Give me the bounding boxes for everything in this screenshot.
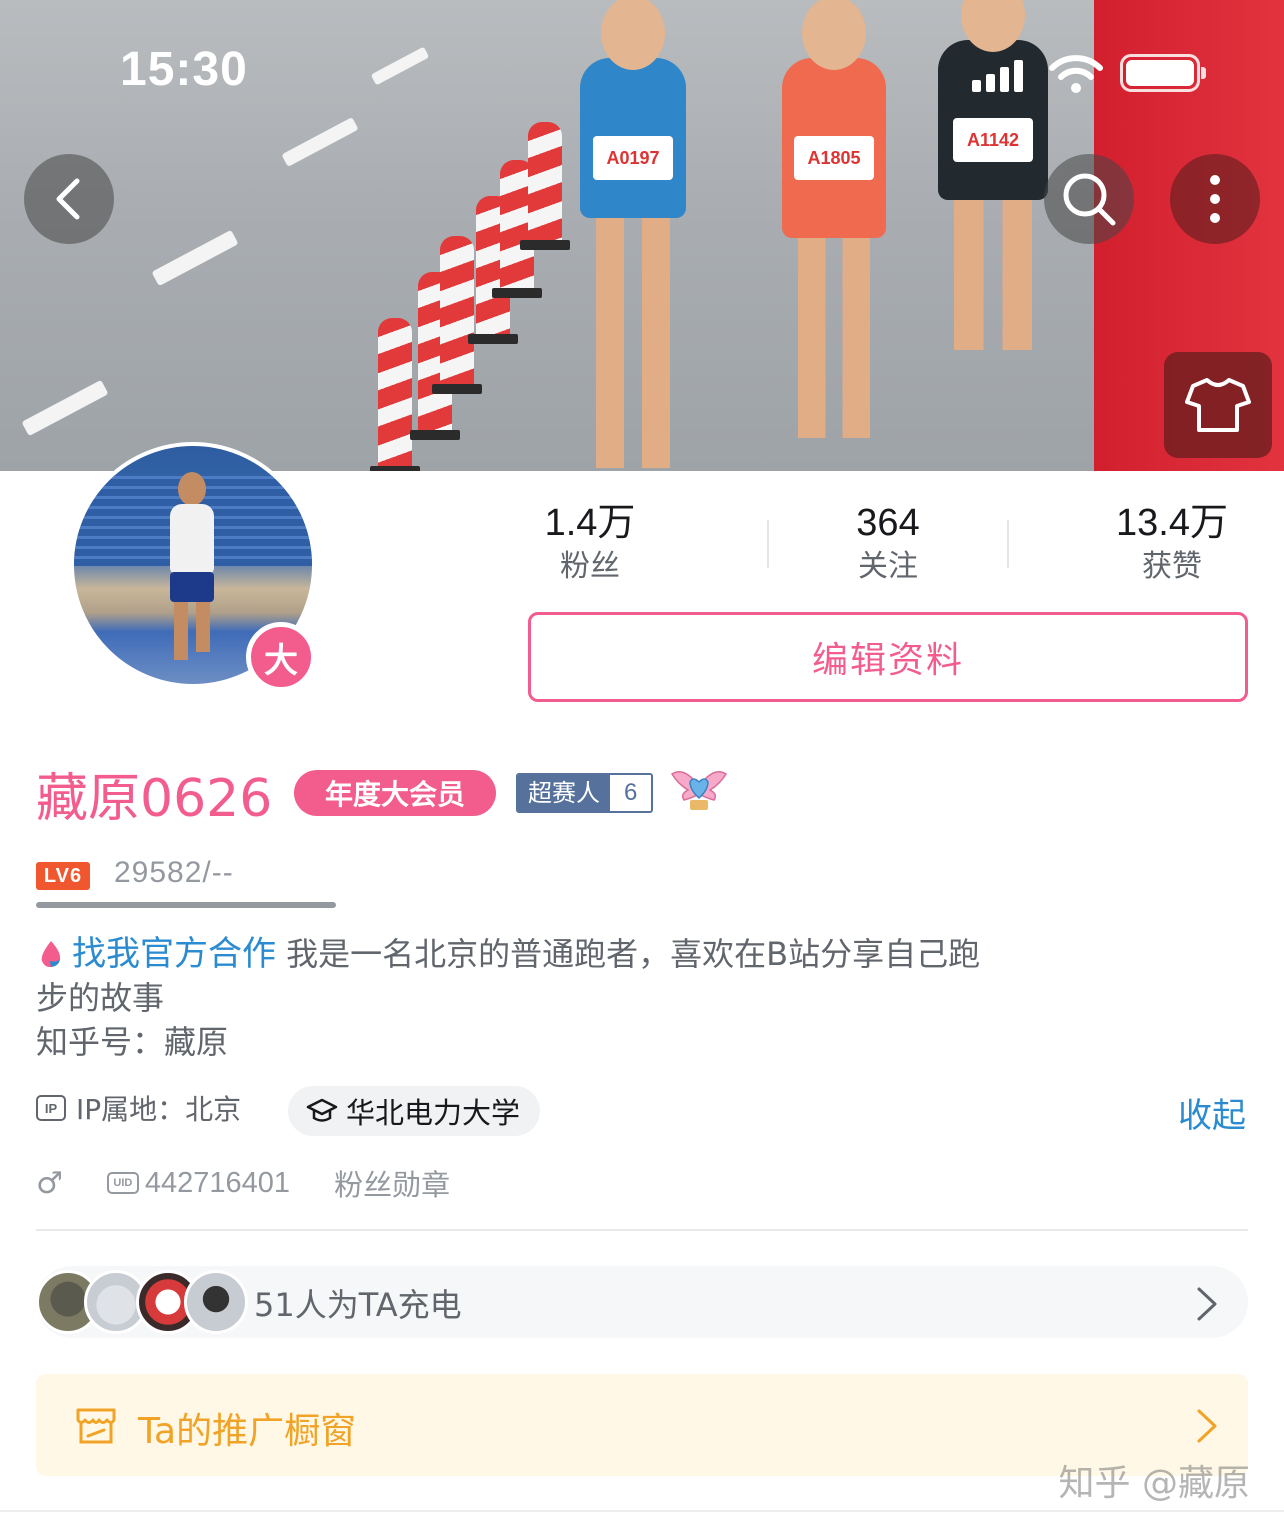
uid-icon: UID <box>106 1172 139 1194</box>
username: 藏原0626 <box>36 769 273 829</box>
stat-value: 364 <box>856 502 920 544</box>
charger-avatar <box>184 1270 248 1334</box>
charge-row[interactable]: 51人为TA充电 <box>36 1266 1248 1338</box>
coop-link-text: 找我官方合作 <box>72 934 276 974</box>
edit-profile-button[interactable]: 编辑资料 <box>528 612 1248 702</box>
status-time: 15:30 <box>120 43 248 96</box>
stat-label: 关注 <box>858 549 918 584</box>
stat-divider <box>1007 520 1009 568</box>
traffic-cone <box>432 236 482 394</box>
race-badge[interactable]: 超赛人 6 <box>516 773 654 813</box>
chevron-right-icon <box>1197 1287 1217 1321</box>
watermark: 知乎 @藏原 <box>1058 1463 1250 1504</box>
more-button[interactable] <box>1170 154 1260 244</box>
more-icon <box>1210 175 1220 223</box>
ip-icon: IP <box>36 1095 66 1121</box>
bio-text: 步的故事 <box>36 979 165 1017</box>
chevron-right-icon <box>1197 1409 1217 1443</box>
search-button[interactable] <box>1044 154 1134 244</box>
stat-label: 获赞 <box>1142 549 1202 584</box>
experience-value: 29582/-- <box>114 856 234 889</box>
ip-location: IP IP属地：北京 <box>36 1088 241 1128</box>
bio-text: 我是一名北京的普通跑者，喜欢在B站分享自己跑 <box>286 935 981 973</box>
wifi-icon <box>1049 55 1103 93</box>
uid-row: ♂ UID 442716401 粉丝勋章 <box>36 1162 450 1204</box>
back-icon <box>56 178 80 220</box>
wing-icon[interactable] <box>670 764 728 814</box>
race-badge-level: 6 <box>610 775 652 811</box>
dress-up-button[interactable] <box>1164 352 1272 458</box>
search-icon <box>1063 173 1116 226</box>
stat-following[interactable]: 364 关注 <box>818 500 958 588</box>
experience-bar <box>36 902 336 908</box>
charge-count-text: 51人为TA充电 <box>254 1286 462 1324</box>
stat-label: 粉丝 <box>560 549 620 584</box>
back-button[interactable] <box>24 154 114 244</box>
ip-location-text: IP属地：北京 <box>76 1093 242 1126</box>
level-badge: LV6 <box>36 862 90 890</box>
stat-value: 13.4万 <box>1116 502 1228 544</box>
coop-icon <box>41 941 61 968</box>
school-name: 华北电力大学 <box>346 1096 521 1130</box>
road-marking <box>151 229 239 287</box>
school-chip[interactable]: 华北电力大学 <box>288 1086 541 1136</box>
stat-likes[interactable]: 13.4万 获赞 <box>1092 500 1252 588</box>
vip-avatar-badge: 大 <box>246 622 316 692</box>
bio-text: 知乎号：藏原 <box>36 1023 229 1061</box>
annual-vip-tag[interactable]: 年度大会员 <box>294 770 496 816</box>
collapse-link[interactable]: 收起 <box>1178 1088 1246 1137</box>
battery-icon <box>1120 54 1206 92</box>
bio: 找我官方合作 我是一名北京的普通跑者，喜欢在B站分享自己跑 步的故事 知乎号：藏… <box>36 932 1136 1064</box>
status-bar: 15:30 <box>0 0 1284 150</box>
male-icon: ♂ <box>36 1165 63 1201</box>
traffic-cone <box>370 318 420 471</box>
shirt-icon <box>1185 378 1251 432</box>
uid-value[interactable]: 442716401 <box>145 1167 290 1200</box>
shop-icon <box>76 1408 116 1444</box>
coop-link[interactable]: 找我官方合作 <box>36 934 286 974</box>
road-marking <box>21 379 109 437</box>
fan-medal-link[interactable]: 粉丝勋章 <box>334 1162 450 1204</box>
bottom-divider <box>0 1510 1284 1512</box>
stat-divider <box>767 520 769 568</box>
shop-window-text: Ta的推广橱窗 <box>138 1411 357 1452</box>
school-icon <box>306 1098 338 1122</box>
race-badge-label: 超赛人 <box>518 775 610 811</box>
signal-icon <box>972 60 1023 92</box>
stat-value: 1.4万 <box>544 502 636 544</box>
section-divider <box>36 1229 1248 1231</box>
stat-followers[interactable]: 1.4万 粉丝 <box>520 500 660 588</box>
